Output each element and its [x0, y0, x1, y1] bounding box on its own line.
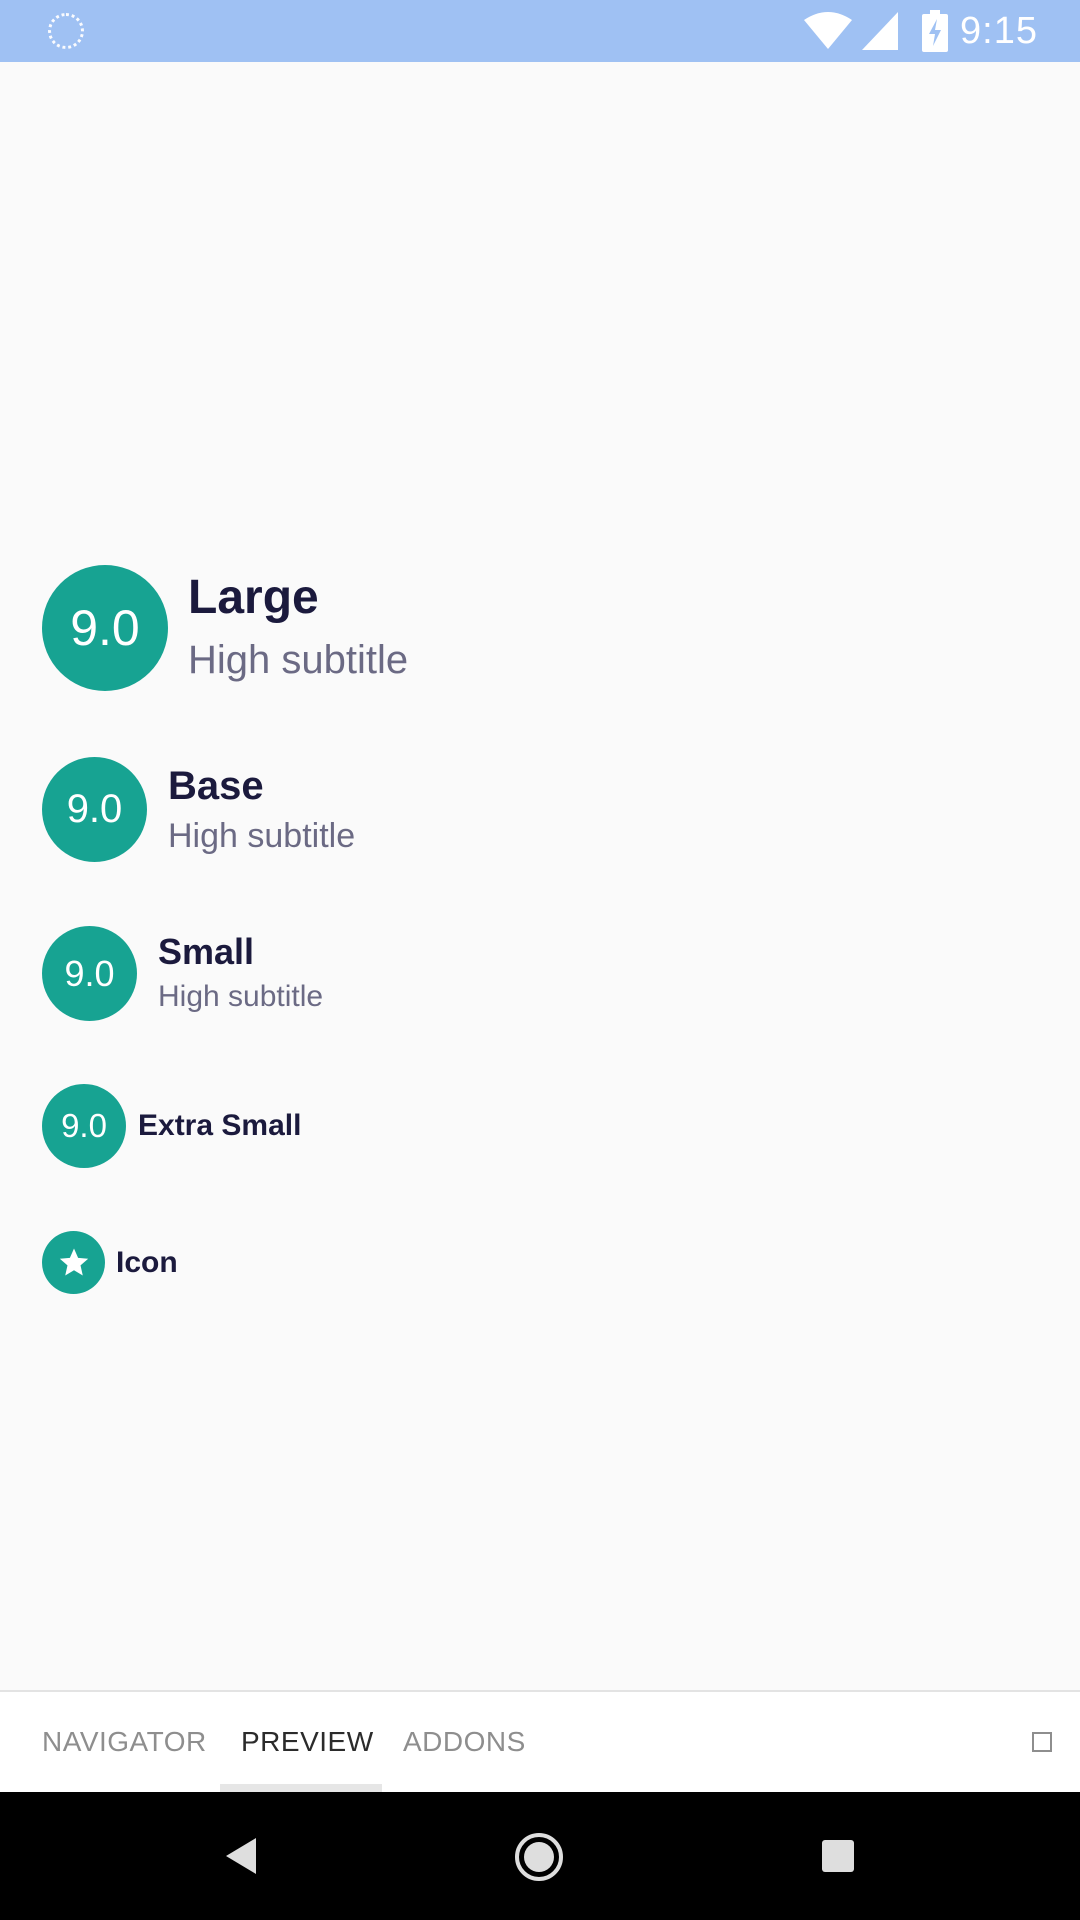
avatar-title: Icon: [116, 1245, 178, 1279]
avatar: 9.0: [42, 926, 137, 1021]
avatar-subtitle: High subtitle: [188, 638, 409, 682]
loading-icon: [48, 13, 84, 49]
avatar-text: Extra Small: [138, 1108, 301, 1144]
avatar-title: Large: [188, 571, 319, 624]
avatar-row-extra-small: 9.0 Extra Small: [42, 1084, 301, 1168]
square-icon[interactable]: [1032, 1732, 1052, 1752]
avatar-subtitle: High subtitle: [158, 979, 324, 1013]
avatar-text: Small High subtitle: [158, 931, 323, 1017]
avatar-row-large: 9.0 Large High subtitle: [42, 565, 408, 691]
status-time: 9:15: [960, 10, 1038, 52]
status-bar: 9:15: [0, 0, 1080, 62]
avatar: 9.0: [42, 757, 147, 862]
avatar-title: Small: [158, 930, 255, 972]
tab-preview[interactable]: PREVIEW: [241, 1692, 374, 1792]
avatar-title: Extra Small: [138, 1109, 302, 1142]
avatar-subtitle: High subtitle: [168, 816, 356, 855]
avatar: 9.0: [42, 1084, 126, 1168]
tab-addons[interactable]: ADDONS: [403, 1692, 526, 1792]
recents-icon[interactable]: [822, 1840, 854, 1872]
battery-charging-icon: [922, 10, 948, 52]
tab-navigator[interactable]: NAVIGATOR: [42, 1692, 207, 1792]
star-icon: [59, 1248, 88, 1275]
avatar: [42, 1231, 105, 1294]
avatar-text: Icon: [116, 1245, 178, 1281]
avatar-text: Large High subtitle: [188, 570, 408, 686]
wifi-icon: [804, 12, 852, 49]
avatar-row-icon: Icon: [42, 1231, 178, 1294]
navigation-bar: [0, 1792, 1080, 1920]
back-icon[interactable]: [224, 1836, 258, 1876]
active-tab-indicator: [220, 1784, 382, 1792]
avatar-row-small: 9.0 Small High subtitle: [42, 926, 323, 1021]
cell-signal-icon: [862, 12, 898, 50]
avatar-row-base: 9.0 Base High subtitle: [42, 757, 355, 862]
home-icon[interactable]: [514, 1832, 564, 1882]
avatar: 9.0: [42, 565, 168, 691]
avatar-title: Base: [168, 763, 264, 808]
avatar-text: Base High subtitle: [168, 762, 355, 858]
bottom-tab-bar: NAVIGATOR PREVIEW ADDONS: [0, 1690, 1080, 1792]
